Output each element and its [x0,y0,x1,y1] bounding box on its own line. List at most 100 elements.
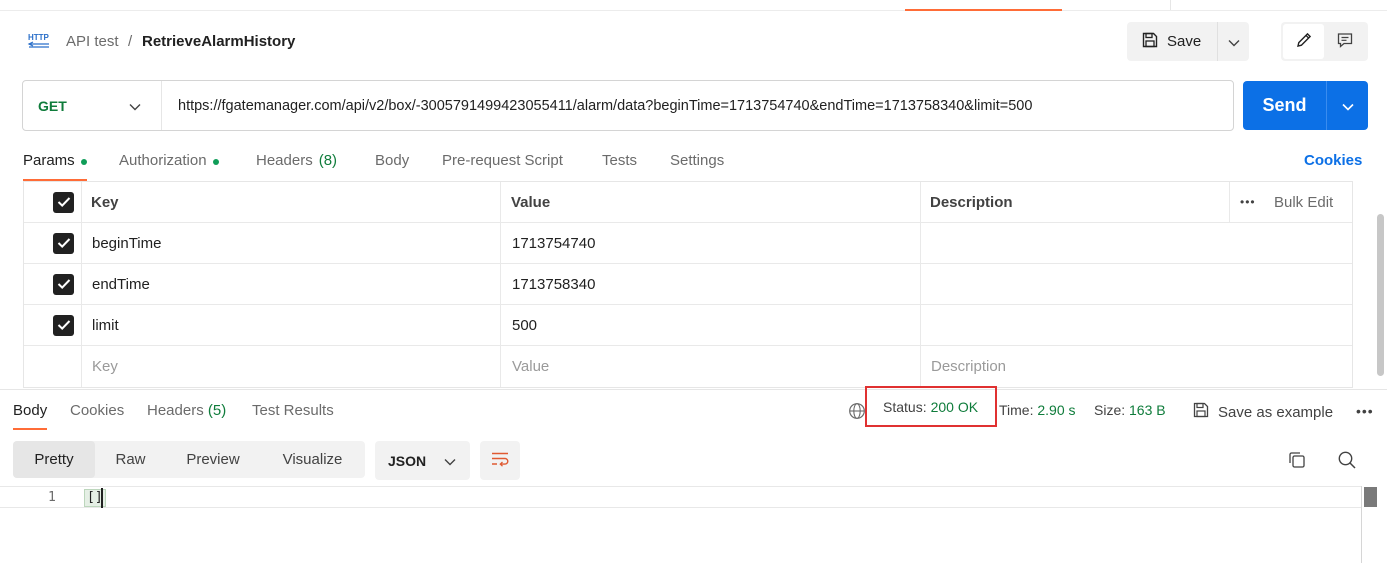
save-as-example-button[interactable]: Save as example [1192,401,1333,423]
send-options-dropdown[interactable] [1326,81,1368,130]
table-row: beginTime 1713754740 [24,223,1352,264]
tab-headers[interactable]: Headers (8) [256,148,337,181]
format-select[interactable]: JSON [375,441,470,480]
tab-headers-label: Headers [256,152,313,169]
request-title[interactable]: RetrieveAlarmHistory [142,33,295,50]
response-tab-body[interactable]: Body [13,402,48,430]
response-tab-cookies[interactable]: Cookies [70,402,124,430]
checkbox-checked-icon [53,191,74,213]
url-input[interactable]: https://fgatemanager.com/api/v2/box/-300… [162,81,1233,130]
tab-body[interactable]: Body [375,148,409,181]
editor-line: 1 [] [0,486,1362,508]
active-tab-indicator [905,9,1062,11]
method-select[interactable]: GET [23,81,162,130]
param-key[interactable]: endTime [92,264,150,304]
svg-text:HTTP: HTTP [28,33,50,42]
response-size[interactable]: Size: 163 B [1094,402,1166,418]
wrap-lines-button[interactable] [480,441,520,480]
save-button[interactable]: Save [1127,22,1217,61]
authorization-indicator-dot [212,159,219,165]
comment-icon [1336,31,1354,52]
globe-icon[interactable] [848,402,866,423]
param-value[interactable]: 500 [512,305,537,345]
editor-scrollbar[interactable] [1364,487,1377,507]
text-cursor [101,488,103,508]
response-body-editor[interactable]: 1 [] [0,486,1362,563]
view-mode-pretty[interactable]: Pretty [13,441,95,478]
scrollbar[interactable] [1377,214,1384,376]
response-tab-headers-label: Headers [147,402,204,419]
status-indicator[interactable]: Status: 200 OK [865,386,997,427]
request-url-bar: GET https://fgatemanager.com/api/v2/box/… [22,80,1234,131]
response-tab-headers[interactable]: Headers (5) [147,402,226,430]
status-label: Status: [883,398,927,415]
column-header-description: Description [930,193,1013,211]
chevron-down-icon [444,453,456,469]
table-row: endTime 1713758340 [24,264,1352,305]
param-key[interactable]: limit [92,305,119,345]
send-button[interactable]: Send [1243,81,1326,130]
tab-params-label: Params [23,152,75,169]
chevron-down-icon [1341,98,1354,114]
view-mode-visualize[interactable]: Visualize [260,441,365,478]
response-more-options[interactable]: ••• [1356,403,1374,419]
save-as-example-label: Save as example [1218,403,1334,421]
checkbox-checked-icon [53,232,74,254]
response-tab-test-results[interactable]: Test Results [252,402,334,430]
params-table: Key Value Description ••• Bulk Edit begi… [23,181,1353,388]
save-icon [1141,31,1159,53]
response-divider[interactable] [0,389,1387,390]
param-key[interactable]: beginTime [92,223,161,263]
row-checkbox[interactable] [53,305,74,345]
tab-authorization[interactable]: Authorization [119,148,219,181]
param-value[interactable]: 1713754740 [512,223,595,263]
tab-params[interactable]: Params [23,148,87,181]
row-checkbox[interactable] [53,264,74,304]
wrap-lines-icon [490,451,510,470]
bulk-edit-button[interactable]: Bulk Edit [1274,182,1333,222]
view-mode-raw[interactable]: Raw [95,441,166,478]
copy-icon[interactable] [1287,450,1307,473]
save-button-group: Save [1127,22,1249,61]
breadcrumb-parent[interactable]: API test [66,33,119,50]
method-label: GET [38,97,67,114]
row-checkbox[interactable] [53,223,74,263]
search-icon[interactable] [1337,450,1357,473]
chevron-down-icon [1228,34,1240,50]
status-value: 200 OK [930,398,979,415]
new-value-input[interactable]: Value [512,346,549,386]
tab-prerequest-script[interactable]: Pre-request Script [442,148,563,181]
new-key-input[interactable]: Key [92,346,118,386]
comments-button[interactable] [1324,24,1366,59]
column-header-key: Key [91,193,119,211]
save-options-dropdown[interactable] [1217,22,1249,61]
breadcrumb-separator: / [128,33,133,50]
new-description-input[interactable]: Description [931,346,1006,386]
view-mode-preview[interactable]: Preview [166,441,260,478]
format-label: JSON [388,452,427,469]
response-time[interactable]: Time: 2.90 s [999,402,1076,418]
line-number: 1 [48,490,56,505]
send-button-group: Send [1243,81,1368,130]
select-all-checkbox[interactable] [53,182,74,222]
table-row-new: Key Value Description [24,346,1352,387]
cookies-link[interactable]: Cookies [1304,152,1362,169]
params-indicator-dot [80,159,87,165]
param-value[interactable]: 1713758340 [512,264,595,304]
save-label: Save [1167,33,1202,50]
edit-button[interactable] [1283,24,1324,59]
tab-tests[interactable]: Tests [602,148,637,181]
http-icon: HTTP [27,31,51,51]
editor-scroll-track [1361,486,1362,563]
checkbox-checked-icon [53,273,74,295]
checkbox-checked-icon [53,314,74,336]
top-divider [1170,0,1171,10]
tab-authorization-label: Authorization [119,152,207,169]
table-header-row: Key Value Description ••• Bulk Edit [24,182,1352,223]
tab-settings[interactable]: Settings [670,148,724,181]
save-icon [1192,401,1210,423]
table-more-options[interactable]: ••• [1240,182,1256,222]
top-tab-strip [0,0,1387,11]
size-label: Size: [1094,402,1126,418]
size-value: 163 B [1129,402,1166,418]
